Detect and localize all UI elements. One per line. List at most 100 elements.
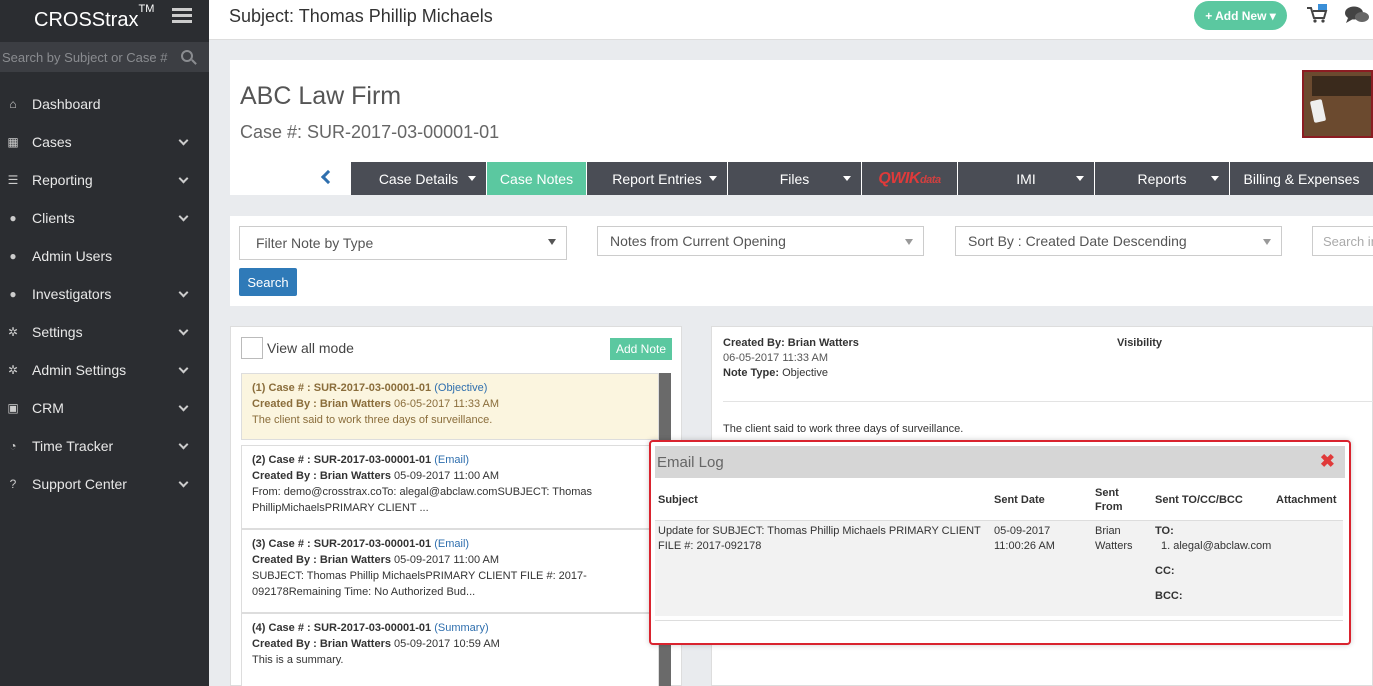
note-body: SUBJECT: Thomas Phillip MichaelsPRIMARY … [252,570,587,598]
sidebar-item-cases[interactable]: ▦ Cases [0,123,209,161]
detail-created-by: Created By: Brian Watters [723,337,859,349]
email-log-row[interactable]: Update for SUBJECT: Thomas Phillip Micha… [655,520,1343,616]
notes-list: (1) Case # : SUR-2017-03-00001-01 (Objec… [241,373,671,686]
sidebar-item-admin-users[interactable]: ● Admin Users [0,237,209,275]
sidebar-item-time-tracker[interactable]: ◔ Time Tracker [0,427,209,465]
note-list-item[interactable]: (4) Case # : SUR-2017-03-00001-01 (Summa… [241,613,659,686]
sidebar-item-label: Settings [32,324,83,340]
sort-value: Sort By : Created Date Descending [968,233,1187,249]
chat-icon[interactable] [1344,5,1370,25]
email-bcc-label: BCC: [1155,590,1183,602]
clock-icon: ◔ [9,439,17,453]
question-icon: ? [9,477,17,491]
chevron-down-icon [178,325,189,336]
search-icon[interactable] [181,50,193,62]
view-all-checkbox[interactable] [241,337,263,359]
note-list-item[interactable]: (3) Case # : SUR-2017-03-00001-01 (Email… [241,529,659,613]
back-arrow-icon[interactable] [320,169,336,185]
view-all-label: View all mode [267,340,354,356]
sidebar-item-settings[interactable]: ✲ Settings [0,313,209,351]
tab-case-notes[interactable]: Case Notes [487,162,586,195]
sidebar-item-crm[interactable]: ▣ CRM [0,389,209,427]
firm-name: ABC Law Firm [240,82,402,110]
note-type-select[interactable]: Filter Note by Type [239,226,567,260]
hamburger-menu-icon[interactable] [172,8,192,24]
user-icon: ● [9,249,17,263]
filter-bar: Filter Note by Type Notes from Current O… [230,216,1373,306]
note-body: This is a summary. [252,654,344,666]
tab-label: Report Entries [612,170,702,187]
sidebar-item-investigators[interactable]: ● Investigators [0,275,209,313]
sidebar-item-dashboard[interactable]: ⌂ Dashboard [0,85,209,123]
qwikdata-logo: QWIKdata [878,169,941,187]
add-new-button[interactable]: + Add New ▾ [1194,1,1287,30]
dropdown-arrow-icon [905,239,913,245]
sidebar-item-label: Cases [32,134,72,150]
sidebar-search [0,42,209,72]
email-log-header: Email Log ✖ [655,446,1345,478]
opening-select[interactable]: Notes from Current Opening [597,226,924,256]
home-icon: ⌂ [9,97,17,111]
sidebar-item-label: Reporting [32,172,93,188]
caret-down-icon[interactable] [1211,176,1219,181]
tab-reports[interactable]: Reports [1095,162,1229,195]
chevron-down-icon [178,135,189,146]
gear-icon: ✲ [7,325,19,339]
caret-down-icon[interactable] [709,176,717,181]
note-case: (2) Case # : SUR-2017-03-00001-01 (Email… [252,454,470,466]
dropdown-arrow-icon [548,239,556,245]
tab-label: Billing & Expenses [1243,170,1360,187]
sidebar-item-label: Support Center [32,476,127,492]
email-log-title: Email Log [657,454,724,471]
notes-panel: View all mode Add Note (1) Case # : SUR-… [230,326,682,686]
divider [723,401,1373,402]
caret-down-icon[interactable] [1076,176,1084,181]
notes-search-input[interactable]: Search in [1312,226,1373,256]
tab-label: Case Details [378,170,459,187]
note-body: From: demo@crosstrax.coTo: alegal@abclaw… [252,486,593,514]
grid-icon: ▦ [7,135,19,149]
detail-body: The client said to work three days of su… [723,423,964,435]
tab-files[interactable]: Files [728,162,861,195]
brand-logo[interactable]: CROSStraxTM [34,3,154,32]
note-body: The client said to work three days of su… [252,414,493,426]
note-list-item[interactable]: (2) Case # : SUR-2017-03-00001-01 (Email… [241,445,659,529]
tab-case-details[interactable]: Case Details [351,162,486,195]
search-button[interactable]: Search [239,268,297,296]
note-created: Created By : Brian Watters 05-09-2017 10… [252,638,500,650]
header-sent-from: Sent From [1095,487,1123,513]
chevron-down-icon [178,401,189,412]
email-cc-label: CC: [1155,565,1175,577]
add-note-button[interactable]: Add Note [610,338,672,360]
tab-label: Files [779,170,810,187]
tab-billing-expenses[interactable]: Billing & Expenses [1230,162,1373,195]
case-tabs: Case Details Case Notes Report Entries File… [230,162,1373,195]
case-photo[interactable] [1302,70,1373,138]
chevron-down-icon [178,173,189,184]
email-time: 11:00:26 AM [994,540,1055,552]
sidebar-item-support-center[interactable]: ? Support Center [0,465,209,503]
sort-select[interactable]: Sort By : Created Date Descending [955,226,1282,256]
user-icon: ● [9,211,17,225]
sidebar-item-admin-settings[interactable]: ✲ Admin Settings [0,351,209,389]
cubes-icon: ▣ [7,401,19,415]
tab-report-entries[interactable]: Report Entries [587,162,727,195]
sidebar-search-input[interactable] [0,49,175,65]
tab-imi[interactable]: IMI [958,162,1094,195]
sidebar-item-reporting[interactable]: ☰ Reporting [0,161,209,199]
note-list-item[interactable]: (1) Case # : SUR-2017-03-00001-01 (Objec… [241,373,659,440]
chevron-down-icon [178,477,189,488]
tab-qwik[interactable]: QWIKdata [862,162,957,195]
email-to-value: 1. alegal@abclaw.com [1161,540,1272,552]
chevron-down-icon [178,439,189,450]
sidebar-item-label: CRM [32,400,64,416]
caret-down-icon[interactable] [843,176,851,181]
detail-date: 06-05-2017 11:33 AM [723,352,828,364]
note-case: (3) Case # : SUR-2017-03-00001-01 (Email… [252,538,470,550]
case-number: Case #: SUR-2017-03-00001-01 [240,122,500,142]
caret-down-icon[interactable] [468,176,476,181]
header-subject: Subject [658,494,698,506]
close-icon[interactable]: ✖ [1320,452,1335,470]
cart-email-icon[interactable] [1306,4,1328,24]
sidebar-item-clients[interactable]: ● Clients [0,199,209,237]
